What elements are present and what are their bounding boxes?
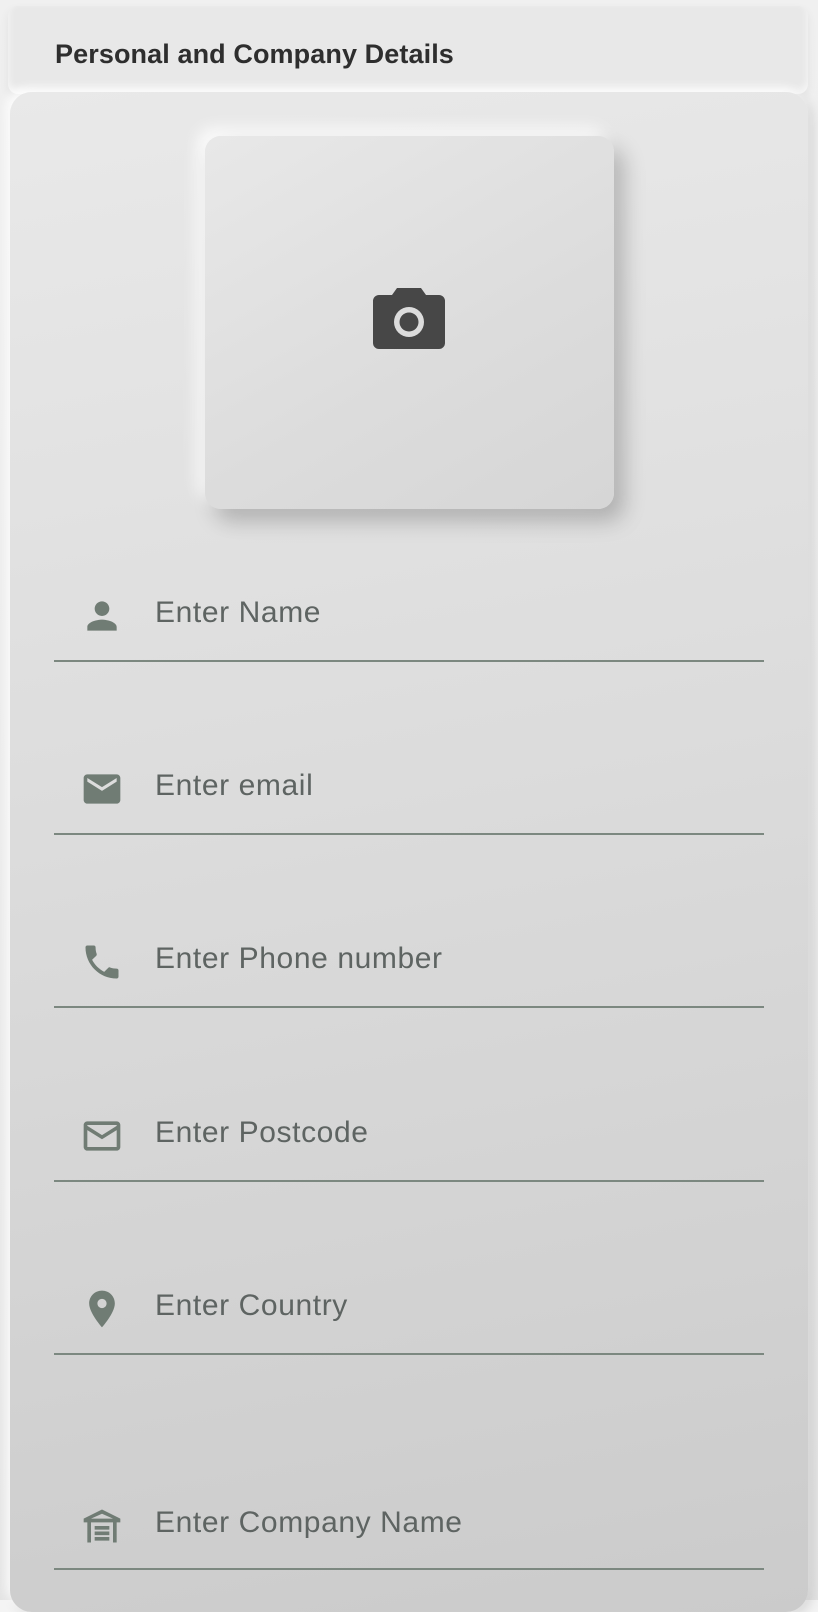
mail-outline-icon	[80, 1114, 124, 1158]
location-pin-icon	[80, 1287, 124, 1331]
phone-icon	[80, 940, 124, 984]
postcode-placeholder: Enter Postcode	[155, 1116, 369, 1149]
page-title: Personal and Company Details	[55, 39, 454, 69]
warehouse-icon	[80, 1504, 124, 1548]
photo-upload-button[interactable]	[205, 136, 614, 509]
company-name-field[interactable]: Enter Company Name	[54, 1480, 764, 1570]
country-placeholder: Enter Country	[155, 1289, 348, 1322]
screen: Personal and Company Details Enter Name …	[0, 0, 818, 1612]
phone-placeholder: Enter Phone number	[155, 942, 443, 975]
name-field[interactable]: Enter Name	[54, 572, 764, 662]
email-field[interactable]: Enter email	[54, 745, 764, 835]
phone-field[interactable]: Enter Phone number	[54, 918, 764, 1008]
camera-icon	[373, 288, 445, 349]
mail-filled-icon	[80, 767, 124, 811]
app-bar: Personal and Company Details	[8, 6, 808, 94]
email-placeholder: Enter email	[155, 769, 314, 802]
postcode-field[interactable]: Enter Postcode	[54, 1092, 764, 1182]
name-placeholder: Enter Name	[155, 596, 322, 629]
country-field[interactable]: Enter Country	[54, 1265, 764, 1355]
company-name-placeholder: Enter Company Name	[155, 1506, 463, 1539]
person-icon	[80, 594, 124, 638]
